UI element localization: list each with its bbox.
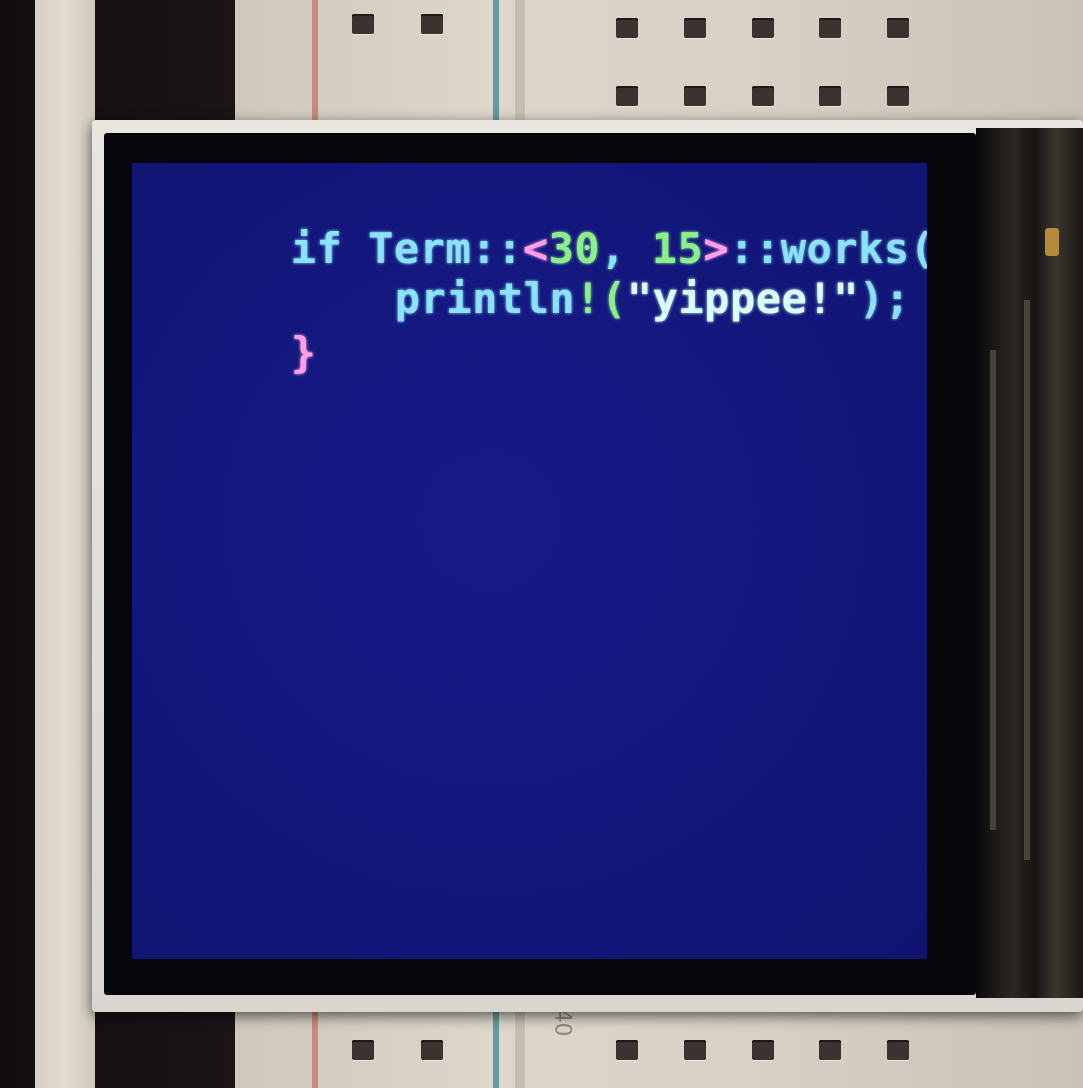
photo-scene: 40 if Term::<30, 15>::works(t) { println…	[0, 0, 1083, 1088]
code-token: }	[290, 328, 317, 377]
breadboard-hole	[819, 86, 841, 106]
breadboard-hole	[887, 18, 909, 38]
breadboard-hole	[616, 1040, 638, 1060]
breadboard-hole	[752, 1040, 774, 1060]
breadboard-hole	[684, 1040, 706, 1060]
breadboard-hole	[421, 14, 443, 34]
code-line-2: println!("yippee!");	[240, 227, 910, 371]
code-token: !(	[575, 274, 627, 323]
breadboard-hole	[887, 86, 909, 106]
breadboard-row-number: 40	[549, 1008, 575, 1037]
breadboard-hole	[752, 18, 774, 38]
breadboard-hole	[352, 1040, 374, 1060]
breadboard-rail	[35, 0, 95, 1088]
breadboard-hole	[819, 18, 841, 38]
code-token: );	[858, 274, 911, 323]
code-token: println	[394, 274, 576, 323]
breadboard-hole	[352, 14, 374, 34]
flex-cable-component	[1045, 228, 1059, 256]
breadboard-power-line-top	[312, 0, 318, 125]
breadboard-hole	[421, 1040, 443, 1060]
breadboard-hole	[887, 1040, 909, 1060]
breadboard-hole	[752, 86, 774, 106]
breadboard-hole	[684, 86, 706, 106]
breadboard-hole	[819, 1040, 841, 1060]
code-token: "yippee!"	[626, 274, 859, 323]
code-line-3: }	[136, 281, 317, 425]
flex-cable-trace	[990, 350, 996, 830]
breadboard-hole	[684, 18, 706, 38]
breadboard-hole	[616, 18, 638, 38]
breadboard-hole	[616, 86, 638, 106]
flex-cable-trace	[1024, 300, 1030, 860]
lcd-screen: if Term::<30, 15>::works(t) { println!("…	[132, 163, 927, 959]
breadboard-power-line-bottom	[312, 1005, 318, 1088]
breadboard-ground-line-top	[493, 0, 499, 125]
breadboard-ground-line-bottom	[493, 1005, 499, 1088]
